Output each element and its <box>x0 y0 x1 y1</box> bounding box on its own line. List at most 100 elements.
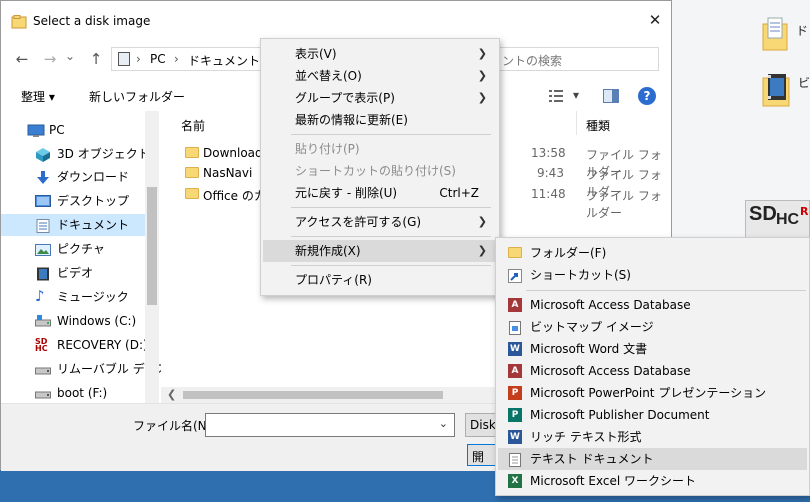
context-menu: 表示(V) ❯ 並べ替え(O) ❯ グループで表示(P) ❯ 最新の情報に更新(E) … <box>260 38 500 296</box>
sidebar-item-label: ピクチャ <box>57 242 105 256</box>
forward-button[interactable]: → <box>39 48 61 70</box>
menu-item-label: 新規作成(X) <box>295 244 361 258</box>
submenu-item-label: フォルダー(F) <box>530 246 607 260</box>
sidebar-item-windows-c[interactable]: Windows (C:) <box>1 310 151 332</box>
chevron-right-icon: ❯ <box>477 69 487 82</box>
back-button[interactable]: ← <box>11 48 33 70</box>
chevron-right-icon: ❯ <box>477 215 487 228</box>
menu-item-properties[interactable]: プロパティ(R) <box>263 269 497 291</box>
menu-item-undo-delete[interactable]: 元に戻す - 削除(U) Ctrl+Z <box>263 182 497 204</box>
3d-objects-icon <box>35 147 51 162</box>
folder-icon <box>185 188 199 199</box>
column-header-type[interactable]: 種類 <box>586 117 610 134</box>
sidebar-item-downloads[interactable]: ダウンロード <box>1 166 151 188</box>
submenu-item-label: Microsoft Excel ワークシート <box>530 474 697 488</box>
organize-button[interactable]: 整理 ▾ <box>21 88 55 105</box>
download-icon <box>35 170 51 184</box>
sidebar-item-removable[interactable]: リムーバブル ディスク <box>1 358 180 380</box>
menu-item-sort[interactable]: 並べ替え(O) ❯ <box>263 65 497 87</box>
menu-item-refresh[interactable]: 最新の情報に更新(E) <box>263 109 497 131</box>
sidebar-item-desktop[interactable]: デスクトップ <box>1 190 151 212</box>
shortcut-icon <box>508 268 522 283</box>
search-placeholder: ントの検索 <box>502 54 563 68</box>
submenu-item-text-document[interactable]: テキスト ドキュメント <box>498 448 807 470</box>
open-label: 開 <box>472 450 485 464</box>
submenu-item-label: Microsoft Publisher Document <box>530 408 710 422</box>
word-icon: W <box>508 342 522 356</box>
chevron-right-icon: ❯ <box>477 91 487 104</box>
new-folder-button[interactable]: 新しいフォルダー <box>89 88 185 105</box>
menu-item-label: 貼り付け(P) <box>295 142 360 156</box>
submenu-item-rtf[interactable]: W リッチ テキスト形式 <box>498 426 807 448</box>
pictures-icon <box>35 242 51 256</box>
column-header-name[interactable]: 名前 <box>181 117 205 134</box>
sidebar-item-label: ビデオ <box>57 266 94 280</box>
help-icon[interactable]: ? <box>638 87 656 105</box>
search-input[interactable]: ントの検索 <box>483 47 659 71</box>
sidebar-item-label: ミュージック <box>57 290 129 304</box>
menu-item-label: 元に戻す - 削除(U) <box>295 186 398 200</box>
sidebar-item-pictures[interactable]: ピクチャ <box>1 238 151 260</box>
submenu-item-folder[interactable]: フォルダー(F) <box>498 242 807 264</box>
menu-item-group-by[interactable]: グループで表示(P) ❯ <box>263 87 497 109</box>
menu-item-give-access[interactable]: アクセスを許可する(G) ❯ <box>263 211 497 233</box>
desktop-icon-label: ド <box>796 24 809 38</box>
menu-item-view[interactable]: 表示(V) ❯ <box>263 43 497 65</box>
submenu-item-access-db-2[interactable]: A Microsoft Access Database <box>498 360 807 382</box>
desktop-videos-shortcut[interactable]: ビ <box>758 68 810 112</box>
submenu-item-publisher[interactable]: P Microsoft Publisher Document <box>498 404 807 426</box>
navigation-scrollbar[interactable] <box>145 111 159 403</box>
filename-input[interactable]: ⌄ <box>205 413 455 437</box>
desktop-documents-shortcut[interactable]: ド <box>758 14 808 56</box>
address-bar[interactable]: › PC › ドキュメント <box>111 47 261 71</box>
scrollbar-thumb[interactable] <box>147 187 157 305</box>
sidebar-item-boot-f[interactable]: boot (F:) <box>1 382 151 404</box>
sd-card-image: SD HC R <box>745 200 810 240</box>
sidebar-item-label: ドキュメント <box>57 218 130 232</box>
view-options-icon[interactable] <box>549 89 567 103</box>
menu-separator <box>526 290 806 291</box>
filter-label: Disk <box>470 418 496 432</box>
submenu-item-shortcut[interactable]: ショートカット(S) <box>498 264 807 286</box>
horizontal-scrollbar-thumb[interactable] <box>183 391 443 399</box>
chevron-down-icon[interactable]: ⌄ <box>439 417 448 430</box>
sidebar-item-3d-objects[interactable]: 3D オブジェクト <box>1 143 151 165</box>
menu-separator <box>291 134 491 135</box>
sidebar-item-recovery-d[interactable]: SD HC RECOVERY (D:) <box>1 334 151 356</box>
sidebar-item-label: boot (F:) <box>57 386 108 400</box>
menu-separator <box>291 265 491 266</box>
recent-dropdown[interactable]: ⌄ <box>63 45 77 67</box>
submenu-item-label: Microsoft Access Database <box>530 298 691 312</box>
music-icon: ♪ <box>35 287 45 305</box>
submenu-item-label: テキスト ドキュメント <box>530 452 654 466</box>
sidebar-item-pc[interactable]: PC <box>1 119 151 141</box>
submenu-item-excel[interactable]: X Microsoft Excel ワークシート <box>498 470 807 492</box>
breadcrumb-pc[interactable]: PC <box>150 52 166 66</box>
column-divider <box>576 111 577 135</box>
sd-logo-text: SD <box>749 203 777 225</box>
rtf-icon: W <box>508 430 522 444</box>
submenu-item-powerpoint[interactable]: P Microsoft PowerPoint プレゼンテーション <box>498 382 807 404</box>
submenu-item-access-db[interactable]: A Microsoft Access Database <box>498 294 807 316</box>
view-dropdown-arrow[interactable]: ▾ <box>573 88 579 102</box>
up-button[interactable]: ↑ <box>85 48 107 70</box>
menu-item-label: 表示(V) <box>295 47 337 61</box>
folder-icon <box>185 147 199 158</box>
scroll-left-arrow[interactable]: ❮ <box>167 388 176 401</box>
submenu-item-bitmap[interactable]: ビットマップ イメージ <box>498 316 807 338</box>
app-icon <box>11 15 27 29</box>
submenu-item-word[interactable]: W Microsoft Word 文書 <box>498 338 807 360</box>
preview-pane-icon[interactable] <box>603 89 619 103</box>
sidebar-item-documents[interactable]: ドキュメント <box>1 214 151 236</box>
menu-item-new[interactable]: 新規作成(X) ❯ <box>263 240 497 262</box>
file-name: NasNavi <box>203 166 253 180</box>
submenu-item-label: ショートカット(S) <box>530 268 631 282</box>
close-button[interactable]: ✕ <box>641 11 669 35</box>
breadcrumb-documents[interactable]: ドキュメント <box>188 52 260 69</box>
sidebar-item-label: Windows (C:) <box>57 314 137 328</box>
sidebar-item-music[interactable]: ♪ ミュージック <box>1 286 151 308</box>
documents-icon <box>35 218 51 233</box>
access-icon: A <box>508 364 522 378</box>
sidebar-item-videos[interactable]: ビデオ <box>1 262 151 284</box>
submenu-item-label: リッチ テキスト形式 <box>530 430 642 444</box>
